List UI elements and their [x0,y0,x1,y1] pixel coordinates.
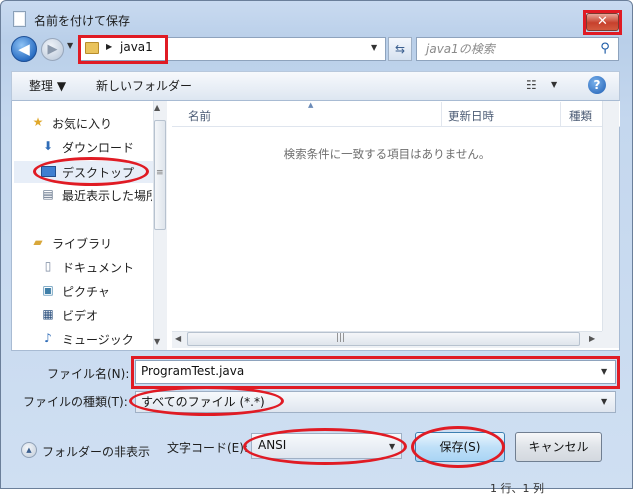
nav-item-pictures[interactable]: ピクチャ [62,283,110,300]
nav-item-libraries[interactable]: ライブラリ [52,235,112,252]
scroll-grip-icon: ≡ [156,168,164,178]
scroll-left-icon[interactable]: ◀ [175,334,181,343]
nav-item-favorites[interactable]: お気に入り [52,115,112,132]
document-icon [13,11,26,27]
forward-button[interactable]: ▶ [41,38,64,61]
nav-item-recent-places[interactable]: 最近表示した場所 [62,187,152,204]
library-icon: ▰ [33,235,43,249]
search-icon[interactable]: ⚲ [597,41,613,57]
annotation-highlight-encoding [243,428,407,465]
column-divider[interactable] [560,102,561,126]
scroll-grip-icon: ||| [336,333,346,343]
view-options-icon[interactable]: ☷ [526,78,537,92]
scroll-corner [602,331,619,348]
address-dropdown-icon[interactable]: ▼ [371,43,377,52]
empty-list-message: 検索条件に一致する項目はありません。 [283,147,491,161]
organize-button[interactable]: 整理 ▼ [29,77,66,94]
chevron-down-icon[interactable]: ▼ [601,397,607,406]
new-folder-button[interactable]: 新しいフォルダー [96,77,192,94]
annotation-highlight-filetype [129,386,284,416]
column-modified[interactable]: 更新日時 [448,108,494,124]
annotation-highlight-path [78,35,168,64]
download-icon: ⬇ [42,139,54,153]
filename-label: ファイル名(N): [47,367,130,381]
sort-arrow-icon: ▲ [308,101,314,109]
videos-icon: ▦ [42,307,54,321]
nav-item-documents[interactable]: ドキュメント [62,259,134,276]
status-text: 1 行、1 列 [490,482,544,495]
help-button[interactable]: ? [588,76,606,94]
documents-icon: ▯ [44,259,52,273]
refresh-button[interactable]: ⇆ [388,37,412,61]
list-header [172,101,620,127]
annotation-highlight-close [583,10,622,35]
list-vertical-scrollbar[interactable] [602,101,619,331]
nav-item-downloads[interactable]: ダウンロード [62,139,134,156]
list-hscroll-thumb[interactable] [187,332,580,346]
hide-folders-icon[interactable]: ▲ [21,442,37,458]
cancel-button[interactable]: キャンセル [515,432,602,462]
pictures-icon: ▣ [42,283,54,297]
music-icon: ♪ [44,331,52,345]
annotation-highlight-desktop [33,157,149,186]
back-button[interactable]: ◀ [11,36,37,62]
column-divider[interactable] [441,102,442,126]
search-input[interactable]: java1の検索 [426,40,495,57]
annotation-highlight-filename [131,356,620,389]
column-name[interactable]: 名前 [188,108,211,124]
column-type[interactable]: 種類 [569,108,592,124]
hide-folders-button[interactable]: フォルダーの非表示 [42,443,150,460]
scroll-up-icon[interactable]: ▲ [154,103,160,112]
nav-item-music[interactable]: ミュージック [62,331,134,348]
recent-places-icon: ▤ [42,187,54,201]
scroll-down-icon[interactable]: ▼ [154,337,160,346]
window-title: 名前を付けて保存 [34,14,131,28]
view-dropdown-icon[interactable]: ▼ [551,80,557,89]
filetype-label: ファイルの種類(T): [23,395,128,409]
encoding-label: 文字コード(E): [167,441,248,455]
nav-item-videos[interactable]: ビデオ [62,307,98,324]
star-icon: ★ [32,115,44,129]
scroll-right-icon[interactable]: ▶ [589,334,595,343]
history-dropdown-icon[interactable]: ▼ [67,41,73,50]
annotation-highlight-save [411,426,505,468]
